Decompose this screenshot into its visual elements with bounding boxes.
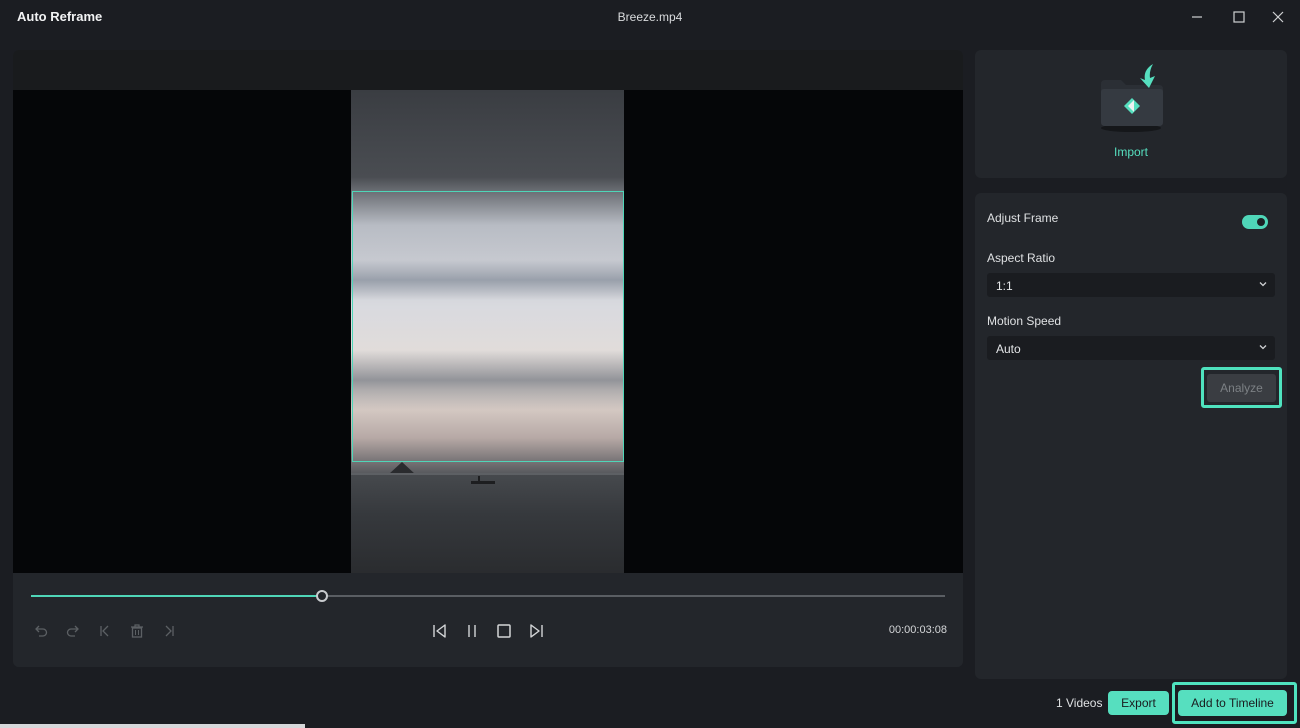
next-frame-icon xyxy=(530,624,543,638)
videos-count: 1 Videos xyxy=(1056,696,1103,710)
previous-frame-button[interactable] xyxy=(427,619,451,643)
seek-progress xyxy=(31,595,322,597)
motion-speed-select[interactable]: Auto xyxy=(987,336,1275,360)
minimize-icon xyxy=(1192,16,1202,18)
maximize-button[interactable] xyxy=(1226,6,1252,28)
adjust-frame-toggle[interactable] xyxy=(1242,215,1268,229)
aspect-ratio-select[interactable]: 1:1 xyxy=(987,273,1275,297)
jump-end-icon xyxy=(165,625,174,637)
playback-controls: 00:00:03:08 xyxy=(13,573,963,667)
toggle-knob xyxy=(1257,218,1265,226)
previous-frame-icon xyxy=(433,624,446,638)
video-frame xyxy=(351,90,624,573)
aspect-ratio-value: 1:1 xyxy=(996,279,1013,293)
video-viewer xyxy=(13,90,963,573)
import-panel[interactable]: Import xyxy=(975,50,1287,178)
motion-speed-label: Motion Speed xyxy=(987,314,1062,328)
next-frame-button[interactable] xyxy=(525,619,549,643)
jump-end-button[interactable] xyxy=(157,619,181,643)
delete-button[interactable] xyxy=(125,619,149,643)
maximize-icon xyxy=(1233,11,1245,23)
import-label: Import xyxy=(1113,145,1148,159)
adjust-frame-label: Adjust Frame xyxy=(987,211,1059,225)
cloud-band xyxy=(351,260,624,300)
cloud-band xyxy=(351,350,624,410)
preview-panel: 00:00:03:08 xyxy=(13,50,963,667)
motion-speed-value: Auto xyxy=(996,342,1021,356)
jump-start-button[interactable] xyxy=(93,619,117,643)
jump-start-icon xyxy=(100,625,109,637)
stop-button[interactable] xyxy=(492,619,516,643)
close-icon xyxy=(1272,11,1284,23)
redo-icon xyxy=(66,625,79,637)
chevron-down-icon xyxy=(1259,345,1267,350)
preview-top-band xyxy=(13,50,963,90)
sea-area xyxy=(351,475,624,573)
analyze-button[interactable]: Analyze xyxy=(1207,374,1276,402)
seek-thumb[interactable] xyxy=(315,590,328,602)
aspect-ratio-label: Aspect Ratio xyxy=(987,251,1056,265)
delete-icon xyxy=(131,624,143,638)
undo-icon xyxy=(35,625,48,637)
import-folder-icon xyxy=(1101,64,1163,132)
timecode: 00:00:03:08 xyxy=(888,624,947,636)
close-button[interactable] xyxy=(1265,6,1291,28)
minimize-button[interactable] xyxy=(1184,6,1210,28)
pause-icon xyxy=(468,625,476,637)
settings-panel: Adjust Frame Aspect Ratio 1:1 Motion Spe… xyxy=(975,193,1287,679)
pause-button[interactable] xyxy=(460,619,484,643)
undo-button[interactable] xyxy=(29,619,53,643)
seek-bar[interactable] xyxy=(31,595,945,597)
boat-shape xyxy=(471,481,495,484)
bottom-edge-strip xyxy=(0,724,305,728)
redo-button[interactable] xyxy=(61,619,85,643)
file-title: Breeze.mp4 xyxy=(617,10,683,24)
title-bar: Auto Reframe Breeze.mp4 xyxy=(0,0,1300,34)
add-to-timeline-button[interactable]: Add to Timeline xyxy=(1178,690,1287,716)
export-button[interactable]: Export xyxy=(1108,691,1169,715)
chevron-down-icon xyxy=(1259,282,1267,287)
stop-icon xyxy=(497,624,511,638)
